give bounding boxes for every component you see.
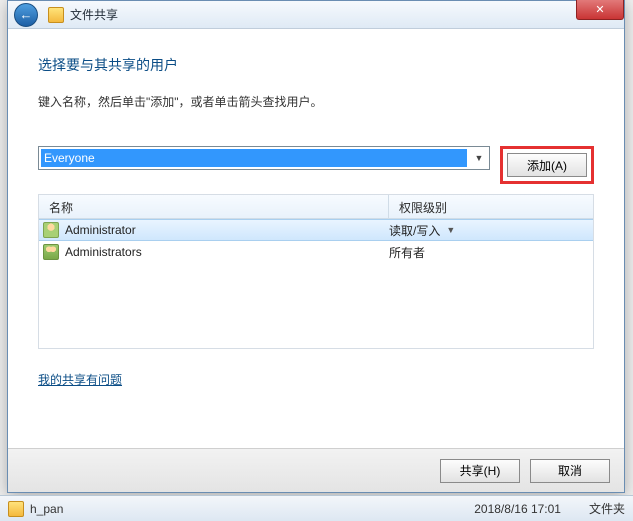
- status-date: 2018/8/16 17:01: [474, 502, 561, 516]
- user-icon: [43, 222, 59, 238]
- row-name: Administrators: [65, 245, 389, 259]
- explorer-statusbar: h_pan 2018/8/16 17:01 文件夹: [0, 495, 633, 521]
- row-name: Administrator: [65, 223, 389, 237]
- row-permission[interactable]: 读取/写入 ▼: [389, 222, 593, 239]
- add-button[interactable]: 添加(A): [507, 153, 587, 177]
- titlebar: 文件共享: [8, 1, 624, 29]
- status-type: 文件夹: [589, 500, 625, 517]
- status-folder-name: h_pan: [30, 502, 63, 516]
- chevron-down-icon: ▼: [446, 225, 455, 235]
- row-permission: 所有者: [389, 244, 593, 261]
- dialog-content: 选择要与其共享的用户 键入名称，然后单击"添加"，或者单击箭头查找用户。 Eve…: [8, 29, 624, 389]
- cancel-button[interactable]: 取消: [530, 459, 610, 483]
- window-controls: [576, 0, 624, 20]
- group-icon: [43, 244, 59, 260]
- help-link[interactable]: 我的共享有问题: [38, 371, 122, 388]
- folder-icon: [8, 501, 24, 517]
- window-title: 文件共享: [70, 6, 118, 23]
- dialog-footer: 共享(H) 取消: [8, 448, 624, 492]
- column-name[interactable]: 名称: [39, 195, 389, 218]
- user-combobox[interactable]: Everyone ▼: [38, 146, 490, 170]
- sharing-icon: [48, 7, 64, 23]
- list-header: 名称 权限级别: [39, 195, 593, 219]
- user-list: 名称 权限级别 Administrator 读取/写入 ▼ Administra…: [38, 194, 594, 349]
- back-button[interactable]: [14, 3, 38, 27]
- chevron-down-icon[interactable]: ▼: [469, 147, 489, 169]
- list-row[interactable]: Administrator 读取/写入 ▼: [39, 219, 593, 241]
- list-row[interactable]: Administrators 所有者: [39, 241, 593, 263]
- dialog-heading: 选择要与其共享的用户: [38, 55, 594, 75]
- user-input-row: Everyone ▼ 添加(A): [38, 146, 594, 184]
- share-button[interactable]: 共享(H): [440, 459, 520, 483]
- add-button-highlight: 添加(A): [500, 146, 594, 184]
- file-sharing-dialog: 文件共享 选择要与其共享的用户 键入名称，然后单击"添加"，或者单击箭头查找用户…: [7, 0, 625, 493]
- combobox-selection: Everyone: [41, 149, 467, 167]
- close-button[interactable]: [576, 0, 624, 20]
- dialog-subtext: 键入名称，然后单击"添加"，或者单击箭头查找用户。: [38, 93, 594, 110]
- column-permission[interactable]: 权限级别: [389, 195, 593, 218]
